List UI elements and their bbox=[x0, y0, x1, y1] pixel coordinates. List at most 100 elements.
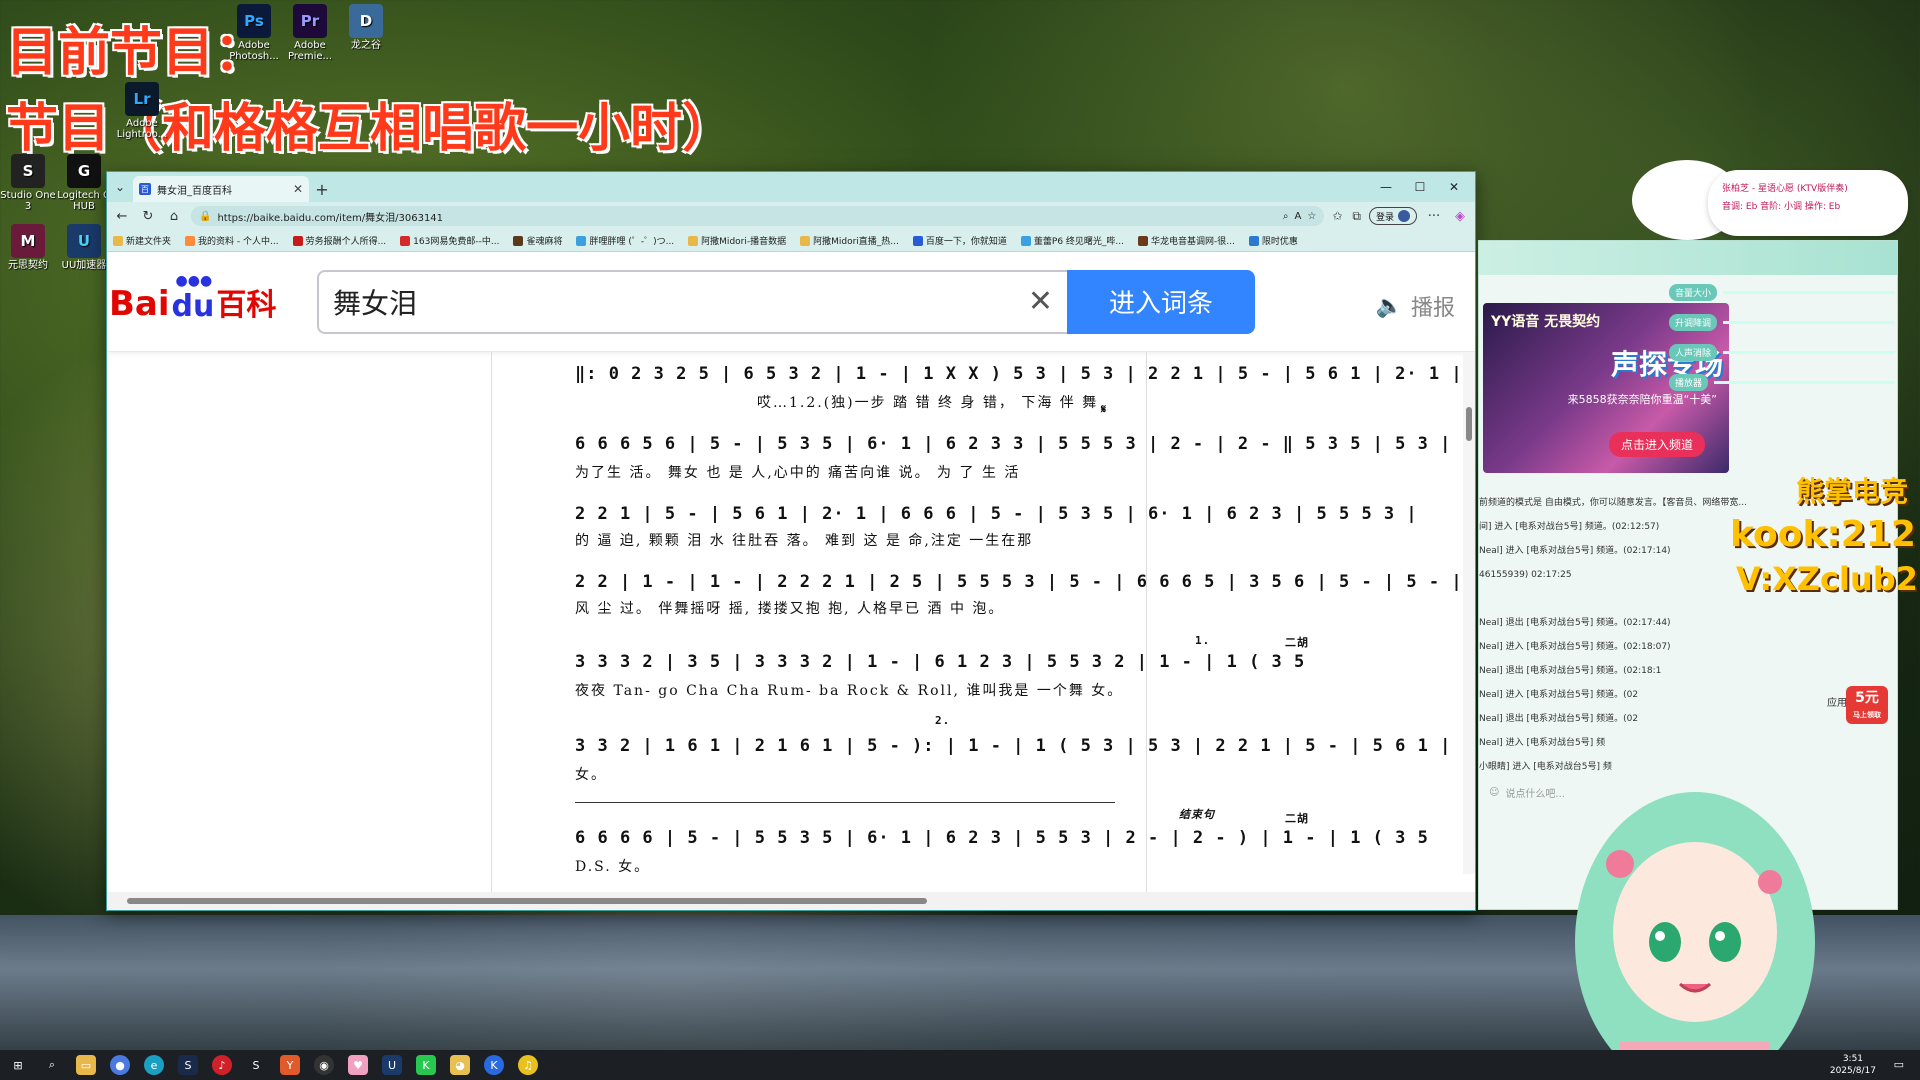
desktop-icon-ghub[interactable]: G Logitech G HUB bbox=[56, 154, 112, 212]
url-field[interactable]: 🔒 https://baike.baidu.com/item/舞女泪/30631… bbox=[191, 206, 1325, 226]
kugou-icon[interactable]: K bbox=[484, 1055, 504, 1075]
player-slider[interactable]: 播放器 bbox=[1669, 367, 1895, 397]
bookmark-item[interactable]: 新建文件夹 bbox=[113, 234, 171, 247]
promo-coupon-button[interactable]: 5元 马上领取 bbox=[1846, 686, 1888, 724]
desktop-icon-uu[interactable]: U UU加速器 bbox=[56, 224, 112, 271]
qq-music-icon[interactable]: ♫ bbox=[518, 1055, 538, 1075]
scrollbar-thumb[interactable] bbox=[127, 898, 927, 904]
edge-icon[interactable]: e bbox=[144, 1055, 164, 1075]
clear-icon[interactable]: ✕ bbox=[1028, 284, 1053, 319]
copilot-icon[interactable]: ◈ bbox=[1451, 209, 1469, 224]
bookmark-item[interactable]: 163网易免费邮--中... bbox=[400, 234, 499, 247]
studio-one-taskbar-icon[interactable]: S bbox=[246, 1055, 266, 1075]
desktop-icon-premiere[interactable]: Pr Adobe Premie... bbox=[282, 4, 338, 62]
scrollbar-thumb[interactable] bbox=[1466, 407, 1472, 441]
bookmark-icon bbox=[185, 235, 196, 246]
new-tab-button[interactable]: + bbox=[309, 176, 335, 202]
promo-sub: 马上领取 bbox=[1853, 711, 1881, 719]
photoshop-icon: Ps bbox=[237, 4, 271, 38]
vertical-scrollbar[interactable] bbox=[1463, 352, 1475, 874]
bookmark-item[interactable]: 雀魂麻将 bbox=[513, 234, 562, 247]
tab-baike[interactable]: 百 舞女泪_百度百科 ✕ bbox=[133, 176, 309, 202]
desktop-icon-yuansi[interactable]: M 元思契约 bbox=[0, 224, 56, 271]
bookmark-item[interactable]: 百度一下，你就知道 bbox=[912, 234, 1007, 247]
yy-taskbar-icon[interactable]: Y bbox=[280, 1055, 300, 1075]
file-explorer-icon[interactable]: ▭ bbox=[76, 1055, 96, 1075]
minimize-icon[interactable]: — bbox=[1369, 172, 1403, 202]
desktop-icon-photoshop[interactable]: Ps Adobe Photosh... bbox=[226, 4, 282, 62]
bookmark-item[interactable]: 我的资料 - 个人中... bbox=[185, 234, 279, 247]
bookmark-item[interactable]: 阿撒Midori-播音数据 bbox=[688, 234, 786, 247]
taskbar: ⊞ ⌕ ▭ ● e S ♪ S Y ◉ ♥ U K ◕ K ♫ 3:51 202… bbox=[0, 1050, 1920, 1080]
score-notes-line: ‖: 0 2 3 2 5 | 6 5 3 2 | 1 - | 1 X X ) 5… bbox=[575, 364, 1463, 384]
chrome-icon[interactable]: ● bbox=[110, 1055, 130, 1075]
uu-accelerator-icon: U bbox=[67, 224, 101, 258]
desktop-icon-studio-one[interactable]: S Studio One 3 bbox=[0, 154, 56, 212]
baike-logo[interactable]: Bai ●●● du 百科 bbox=[109, 273, 299, 324]
horizontal-scrollbar[interactable] bbox=[107, 892, 1475, 910]
netease-music-icon[interactable]: ♪ bbox=[212, 1055, 232, 1075]
volume-slider[interactable]: 音量大小 bbox=[1669, 277, 1895, 307]
desktop-icon-dragonnest[interactable]: D 龙之谷 bbox=[338, 4, 394, 51]
bookmark-item[interactable]: 董蕾P6 终见曙光_哔... bbox=[1020, 234, 1124, 247]
bookmark-item[interactable]: 阿撒Midori直播_热... bbox=[800, 234, 899, 247]
vocal-remove-slider[interactable]: 人声消除 bbox=[1669, 337, 1895, 367]
back-icon[interactable]: ← bbox=[113, 209, 131, 224]
baidu-favicon-icon: 百 bbox=[139, 183, 151, 195]
read-aloud-icon[interactable]: A bbox=[1295, 211, 1302, 222]
steam-icon[interactable]: S bbox=[178, 1055, 198, 1075]
score-notes-line: 2 2 | 1 - | 1 - | 2 2 2 1 | 2 5 | 5 5 5 … bbox=[575, 572, 1463, 592]
obs-icon[interactable]: ◉ bbox=[314, 1055, 334, 1075]
bookmark-label: 胖哩胖哩 (゜-゜)つ... bbox=[589, 237, 675, 247]
voice-broadcast-button[interactable]: 🔈 播报 bbox=[1376, 290, 1455, 322]
login-button[interactable]: 登录 bbox=[1368, 207, 1417, 225]
slider-label: 播放器 bbox=[1669, 373, 1709, 391]
search-icon[interactable]: ⌕ bbox=[42, 1055, 62, 1075]
live-assistant-icon[interactable]: ♥ bbox=[348, 1055, 368, 1075]
search-form: 舞女泪 ✕ 进入词条 bbox=[317, 269, 1255, 334]
home-icon[interactable]: ⌂ bbox=[165, 209, 183, 224]
kook-taskbar-icon[interactable]: K bbox=[416, 1055, 436, 1075]
tab-close-icon[interactable]: ✕ bbox=[293, 182, 303, 196]
emoji-icon[interactable]: ☺ bbox=[1489, 787, 1499, 798]
enter-entry-button[interactable]: 进入词条 bbox=[1067, 269, 1255, 334]
bookmarks-bar: 新建文件夹 我的资料 - 个人中... 劳务报酬个人所得... 163网易免费邮… bbox=[107, 230, 1475, 252]
score-notes-line: 3 3 3 2 | 3 5 | 3 3 3 2 | 1 - | 6 1 2 3 … bbox=[575, 652, 1306, 672]
uu-taskbar-icon[interactable]: U bbox=[382, 1055, 402, 1075]
yy-brand-text: YY语音 bbox=[1491, 314, 1540, 330]
page-content: Bai ●●● du 百科 舞女泪 ✕ 进入词条 🔈 播报 ‖: 0 2 3 2 … bbox=[107, 252, 1475, 910]
search-value: 舞女泪 bbox=[333, 286, 418, 320]
chat-message: Neal] 退出 [电系对战台5号] 频道。(02:18:1 bbox=[1479, 666, 1662, 676]
chat-message: 前频道的模式是 自由模式，你可以随意发言。【客音员、网络带宽... bbox=[1479, 498, 1747, 508]
slider-track bbox=[1714, 380, 1895, 384]
bookmark-item[interactable]: 劳务报酬个人所得... bbox=[292, 234, 386, 247]
favorite-star-icon[interactable]: ☆ bbox=[1307, 211, 1316, 222]
bookmark-item[interactable]: 华龙电音基调网-很... bbox=[1138, 234, 1235, 247]
search-input[interactable]: 舞女泪 ✕ bbox=[317, 269, 1067, 334]
collections-icon[interactable]: ⧉ bbox=[1352, 209, 1361, 224]
refresh-icon[interactable]: ↻ bbox=[139, 209, 157, 224]
favorites-icon[interactable]: ✩ bbox=[1332, 209, 1342, 224]
ending-marker: 结束句 bbox=[1179, 808, 1215, 821]
system-clock[interactable]: 3:51 2025/8/17 bbox=[1830, 1053, 1876, 1077]
desktop-icon-label: Adobe Lightroo... bbox=[116, 118, 168, 140]
close-window-icon[interactable]: ✕ bbox=[1437, 172, 1471, 202]
score-lyric-line: 风 尘 过。 伴舞摇呀 摇, 搂搂又抱 抱, 人格早已 酒 中 泡。 bbox=[575, 601, 1005, 617]
desktop-icon-lightroom[interactable]: Lr Adobe Lightroo... bbox=[114, 82, 170, 140]
apps-button[interactable]: 应用 bbox=[1827, 694, 1847, 709]
zoom-icon[interactable]: ⌕ bbox=[1283, 211, 1289, 222]
bookmark-icon bbox=[912, 235, 923, 246]
bear-taskbar-icon[interactable]: ◕ bbox=[450, 1055, 470, 1075]
more-menu-icon[interactable]: ··· bbox=[1425, 209, 1443, 224]
valorant-icon: M bbox=[11, 224, 45, 258]
score-lyric-line: 女。 bbox=[575, 767, 607, 783]
notification-icon[interactable]: ▭ bbox=[1894, 1058, 1904, 1071]
tab-title: 舞女泪_百度百科 bbox=[157, 185, 232, 197]
pitch-slider[interactable]: 升调降调 bbox=[1669, 307, 1895, 337]
tab-list-icon[interactable]: ⌄ bbox=[107, 172, 133, 202]
enter-channel-button[interactable]: 点击进入频道 bbox=[1608, 432, 1705, 457]
bookmark-item[interactable]: 胖哩胖哩 (゜-゜)つ... bbox=[576, 234, 674, 247]
maximize-icon[interactable]: ☐ bbox=[1403, 172, 1437, 202]
bookmark-item[interactable]: 限时优惠 bbox=[1248, 234, 1298, 247]
start-icon[interactable]: ⊞ bbox=[8, 1055, 28, 1075]
